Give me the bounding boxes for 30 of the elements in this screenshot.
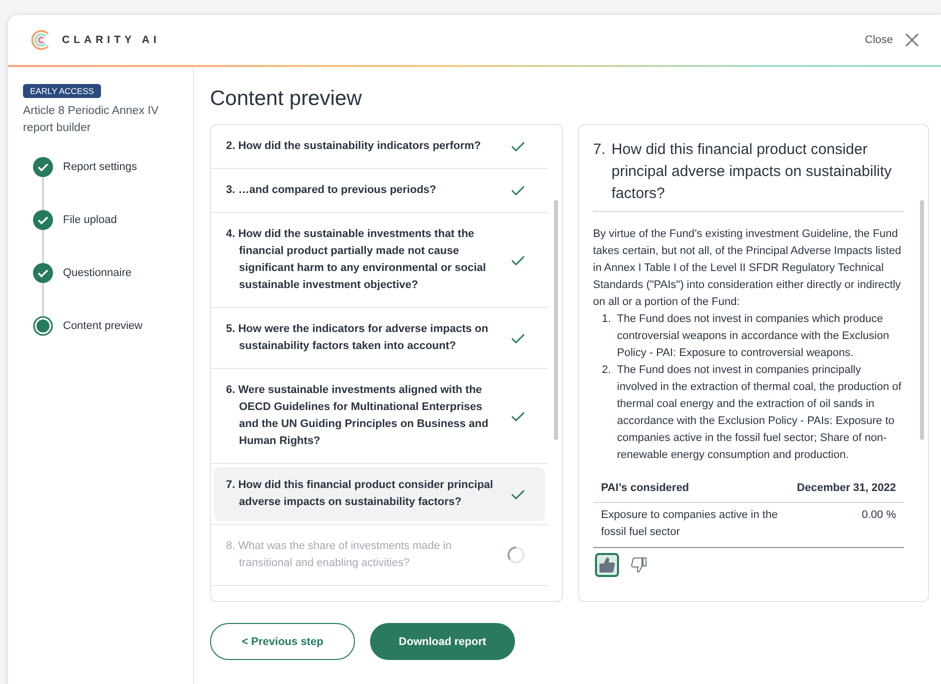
question-item[interactable]: 3. …and compared to previous periods? (214, 172, 545, 209)
step-label[interactable]: Content preview (63, 316, 142, 336)
column-header: December 31, 2022 (796, 482, 896, 494)
answer-paragraph: By virtue of the Fund’s existing investment Guideline, the Fund takes certain, but not all, of the Principal Adverse Impacts listed in Annex I Table I of the Level II SFDR Regulatory Technical Standards ("PAIs") into consideration either directly or indirectly on all or a portion of the Fund: (593, 227, 902, 310)
list-item-text: The Fund does not invest in companies which produce controversial weapons in accordance with the Exclusion Policy - PAI: Exposure to controversial weapons. (617, 312, 890, 361)
question-number: 7. (593, 140, 606, 160)
early-access-badge: EARLY ACCESS (23, 84, 101, 98)
close-icon (905, 33, 919, 47)
list-number: 1. (600, 312, 611, 327)
thumbs-up-button[interactable] (595, 553, 619, 577)
list-item-text: The Fund does not invest in companies principally involved in the extraction of thermal coal, the production of thermal coal energy and the extraction of oil sands in accordance with the Exclusion Policy - PAIs: Exposure to companies active in the fossil fuel sector; Share of non-renewable energy consumption and production. (617, 363, 902, 463)
preview-heading: How did this financial product consider principal adverse impacts on sustainability factors? (612, 140, 893, 204)
step-label[interactable]: File upload (63, 210, 117, 230)
table-cell-text: Exposure to companies active in the fossil fuel sector (601, 508, 779, 540)
previous-step-button[interactable]: < Previous step (210, 623, 355, 660)
list-number: 2. (600, 363, 611, 378)
column-header: PAI’s considered (601, 482, 690, 494)
download-report-button[interactable]: Download report (370, 623, 515, 660)
question-item[interactable]: 5. How were the indicators for adverse impacts on sustainability factors taken into account? (214, 311, 545, 365)
logo-text: CLARITY AI (62, 34, 160, 46)
question-item[interactable]: 7. How did this financial product consider principal adverse impacts on sustainability factors? (214, 467, 545, 521)
close-button[interactable]: Close (864, 33, 919, 47)
step-label[interactable]: Report settings (63, 157, 137, 177)
question-item[interactable]: 6. Were sustainable investments aligned with the OECD Guidelines for Multinational Enterprises and the UN Guiding Principles on Business and Human Rights? (214, 372, 545, 460)
question-item[interactable]: 2. How did the sustainability indicators perform? (214, 128, 545, 165)
report-title: Article 8 Periodic Annex IV report builder (23, 104, 160, 136)
step-label[interactable]: Questionnaire (63, 263, 132, 283)
table-cell-text: 0.00 % (862, 508, 896, 523)
question-item[interactable]: 4. How did the sustainable investments that the financial product partially made not cause significant harm to any environmental or social sustainable investment objective? (214, 216, 545, 304)
page-title: Content preview (210, 87, 363, 111)
